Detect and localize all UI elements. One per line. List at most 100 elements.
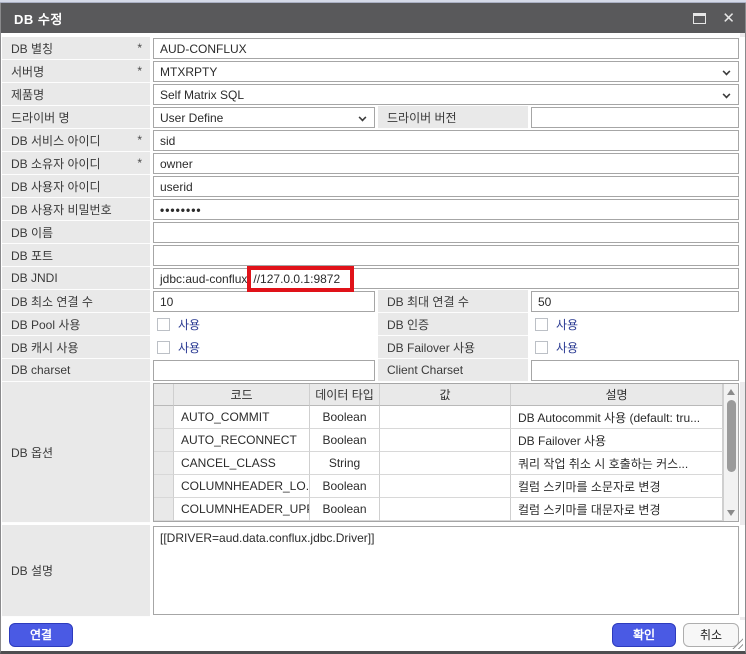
table-row[interactable]: CANCEL_CLASS String 쿼리 작업 취소 시 호출하는 커스..…: [154, 452, 723, 475]
db-cache-use-label: DB 캐시 사용: [11, 339, 79, 356]
db-max-conn-input[interactable]: [531, 291, 739, 312]
cell-value[interactable]: [380, 452, 511, 475]
db-description-label: DB 설명: [11, 562, 53, 579]
dialog-footer: 연결 확인 취소: [1, 620, 745, 651]
cell-type: Boolean: [310, 475, 380, 498]
chevron-down-icon: [723, 68, 731, 76]
connect-button[interactable]: 연결: [9, 623, 73, 647]
row-selector-header: [154, 384, 174, 406]
row-driver: 드라이버 명 User Define 드라이버 버전: [2, 106, 745, 129]
row-selector[interactable]: [154, 475, 174, 498]
db-pool-use-checkbox-label: 사용: [178, 316, 200, 333]
db-jndi-highlight-red-box: //127.0.0.1:9872: [247, 266, 354, 292]
row-db-owner-id: DB 소유자 아이디 *: [2, 152, 745, 175]
row-selector[interactable]: [154, 498, 174, 521]
db-owner-id-input[interactable]: [153, 153, 739, 174]
cell-value[interactable]: [380, 429, 511, 452]
row-selector[interactable]: [154, 406, 174, 429]
table-row[interactable]: AUTO_RECONNECT Boolean DB Failover 사용: [154, 429, 723, 452]
row-db-options: DB 옵션 코드 데이터 타입 값 설명 AUTO_COMMIT Boolean: [2, 382, 745, 523]
col-header-value: 값: [380, 384, 511, 406]
product-name-select[interactable]: Self Matrix SQL: [153, 84, 739, 105]
db-options-label: DB 옵션: [11, 444, 53, 461]
db-user-id-label: DB 사용자 아이디: [11, 178, 101, 195]
row-selector[interactable]: [154, 429, 174, 452]
row-product-name: 제품명 Self Matrix SQL: [2, 83, 745, 106]
driver-version-input[interactable]: [531, 107, 739, 128]
db-name-label: DB 이름: [11, 224, 53, 241]
table-row[interactable]: AUTO_COMMIT Boolean DB Autocommit 사용 (de…: [154, 406, 723, 429]
db-owner-id-label: DB 소유자 아이디: [11, 155, 101, 172]
row-charsets: DB charset Client Charset: [2, 359, 745, 382]
cell-type: String: [310, 452, 380, 475]
cell-code: COLUMNHEADER_UPP..: [174, 498, 310, 521]
form-body: DB 별칭* 서버명* MTXRPTY 제품명 Self Matrix SQL: [1, 33, 745, 620]
cell-value[interactable]: [380, 406, 511, 429]
table-row[interactable]: COLUMNHEADER_UPP.. Boolean 컬럼 스키마를 대문자로 …: [154, 498, 723, 521]
cell-value[interactable]: [380, 498, 511, 521]
required-mark: *: [137, 156, 142, 170]
cell-value[interactable]: [380, 475, 511, 498]
db-service-id-input[interactable]: [153, 130, 739, 151]
db-edit-dialog: DB 수정 ✕ DB 별칭* 서버명* MTXRPTY 제품명: [0, 3, 746, 654]
db-description-textarea[interactable]: [153, 526, 739, 615]
db-port-label: DB 포트: [11, 247, 53, 264]
close-icon[interactable]: ✕: [722, 11, 735, 26]
db-user-id-input[interactable]: [153, 176, 739, 197]
db-jndi-value-prefix: jdbc:aud-conflux: [160, 272, 247, 286]
table-row[interactable]: COLUMNHEADER_LO.. Boolean 컬럼 스키마를 소문자로 변…: [154, 475, 723, 498]
restore-window-icon[interactable]: [693, 13, 706, 24]
cell-code: AUTO_COMMIT: [174, 406, 310, 429]
dialog-titlebar: DB 수정 ✕: [1, 3, 745, 33]
db-cache-use-checkbox[interactable]: [157, 341, 170, 354]
db-min-conn-input[interactable]: [153, 291, 375, 312]
row-server-name: 서버명* MTXRPTY: [2, 60, 745, 83]
cancel-button[interactable]: 취소: [683, 623, 739, 647]
row-db-jndi: DB JNDI jdbc:aud-conflux//127.0.0.1:9872: [2, 267, 745, 290]
db-failover-use-label: DB Failover 사용: [387, 339, 475, 356]
cell-type: Boolean: [310, 406, 380, 429]
db-pool-use-label: DB Pool 사용: [11, 316, 80, 333]
driver-name-label: 드라이버 명: [11, 109, 70, 126]
row-selector[interactable]: [154, 452, 174, 475]
db-port-input[interactable]: [153, 245, 739, 266]
db-options-table: 코드 데이터 타입 값 설명 AUTO_COMMIT Boolean DB Au…: [153, 383, 739, 522]
db-failover-use-checkbox-label: 사용: [556, 339, 578, 356]
row-db-service-id: DB 서비스 아이디*: [2, 129, 745, 152]
row-db-user-password: DB 사용자 비밀번호: [2, 198, 745, 221]
scroll-down-icon[interactable]: [727, 510, 735, 516]
db-name-input[interactable]: [153, 222, 739, 243]
row-db-description: DB 설명: [2, 525, 745, 617]
driver-name-select[interactable]: User Define: [153, 107, 375, 128]
scrollbar-thumb[interactable]: [727, 400, 736, 472]
dialog-title: DB 수정: [14, 9, 63, 28]
db-user-password-input[interactable]: [153, 199, 739, 220]
db-cache-use-checkbox-label: 사용: [178, 339, 200, 356]
col-header-code: 코드: [174, 384, 310, 406]
db-pool-use-checkbox[interactable]: [157, 318, 170, 331]
cell-desc: 쿼리 작업 취소 시 호출하는 커스...: [511, 452, 723, 475]
cell-desc: 컬럼 스키마를 대문자로 변경: [511, 498, 723, 521]
scroll-up-icon[interactable]: [727, 389, 735, 395]
db-alias-input[interactable]: [153, 38, 739, 59]
required-mark: *: [137, 64, 142, 78]
db-min-conn-label: DB 최소 연결 수: [11, 293, 93, 310]
col-header-type: 데이터 타입: [310, 384, 380, 406]
ok-button[interactable]: 확인: [612, 623, 676, 647]
vertical-scrollbar[interactable]: [723, 384, 738, 521]
row-db-port: DB 포트: [2, 244, 745, 267]
client-charset-input[interactable]: [531, 360, 739, 381]
row-db-user-id: DB 사용자 아이디: [2, 175, 745, 198]
server-name-select[interactable]: MTXRPTY: [153, 61, 739, 82]
product-name-label: 제품명: [11, 86, 44, 103]
cell-code: CANCEL_CLASS: [174, 452, 310, 475]
cell-desc: DB Failover 사용: [511, 429, 723, 452]
required-mark: *: [137, 133, 142, 147]
db-jndi-input[interactable]: jdbc:aud-conflux//127.0.0.1:9872: [153, 268, 739, 289]
db-auth-checkbox[interactable]: [535, 318, 548, 331]
row-db-cache-failover: DB 캐시 사용 사용 DB Failover 사용 사용: [2, 336, 745, 359]
db-charset-input[interactable]: [153, 360, 375, 381]
cell-code: AUTO_RECONNECT: [174, 429, 310, 452]
db-failover-use-checkbox[interactable]: [535, 341, 548, 354]
server-name-value: MTXRPTY: [160, 65, 217, 79]
